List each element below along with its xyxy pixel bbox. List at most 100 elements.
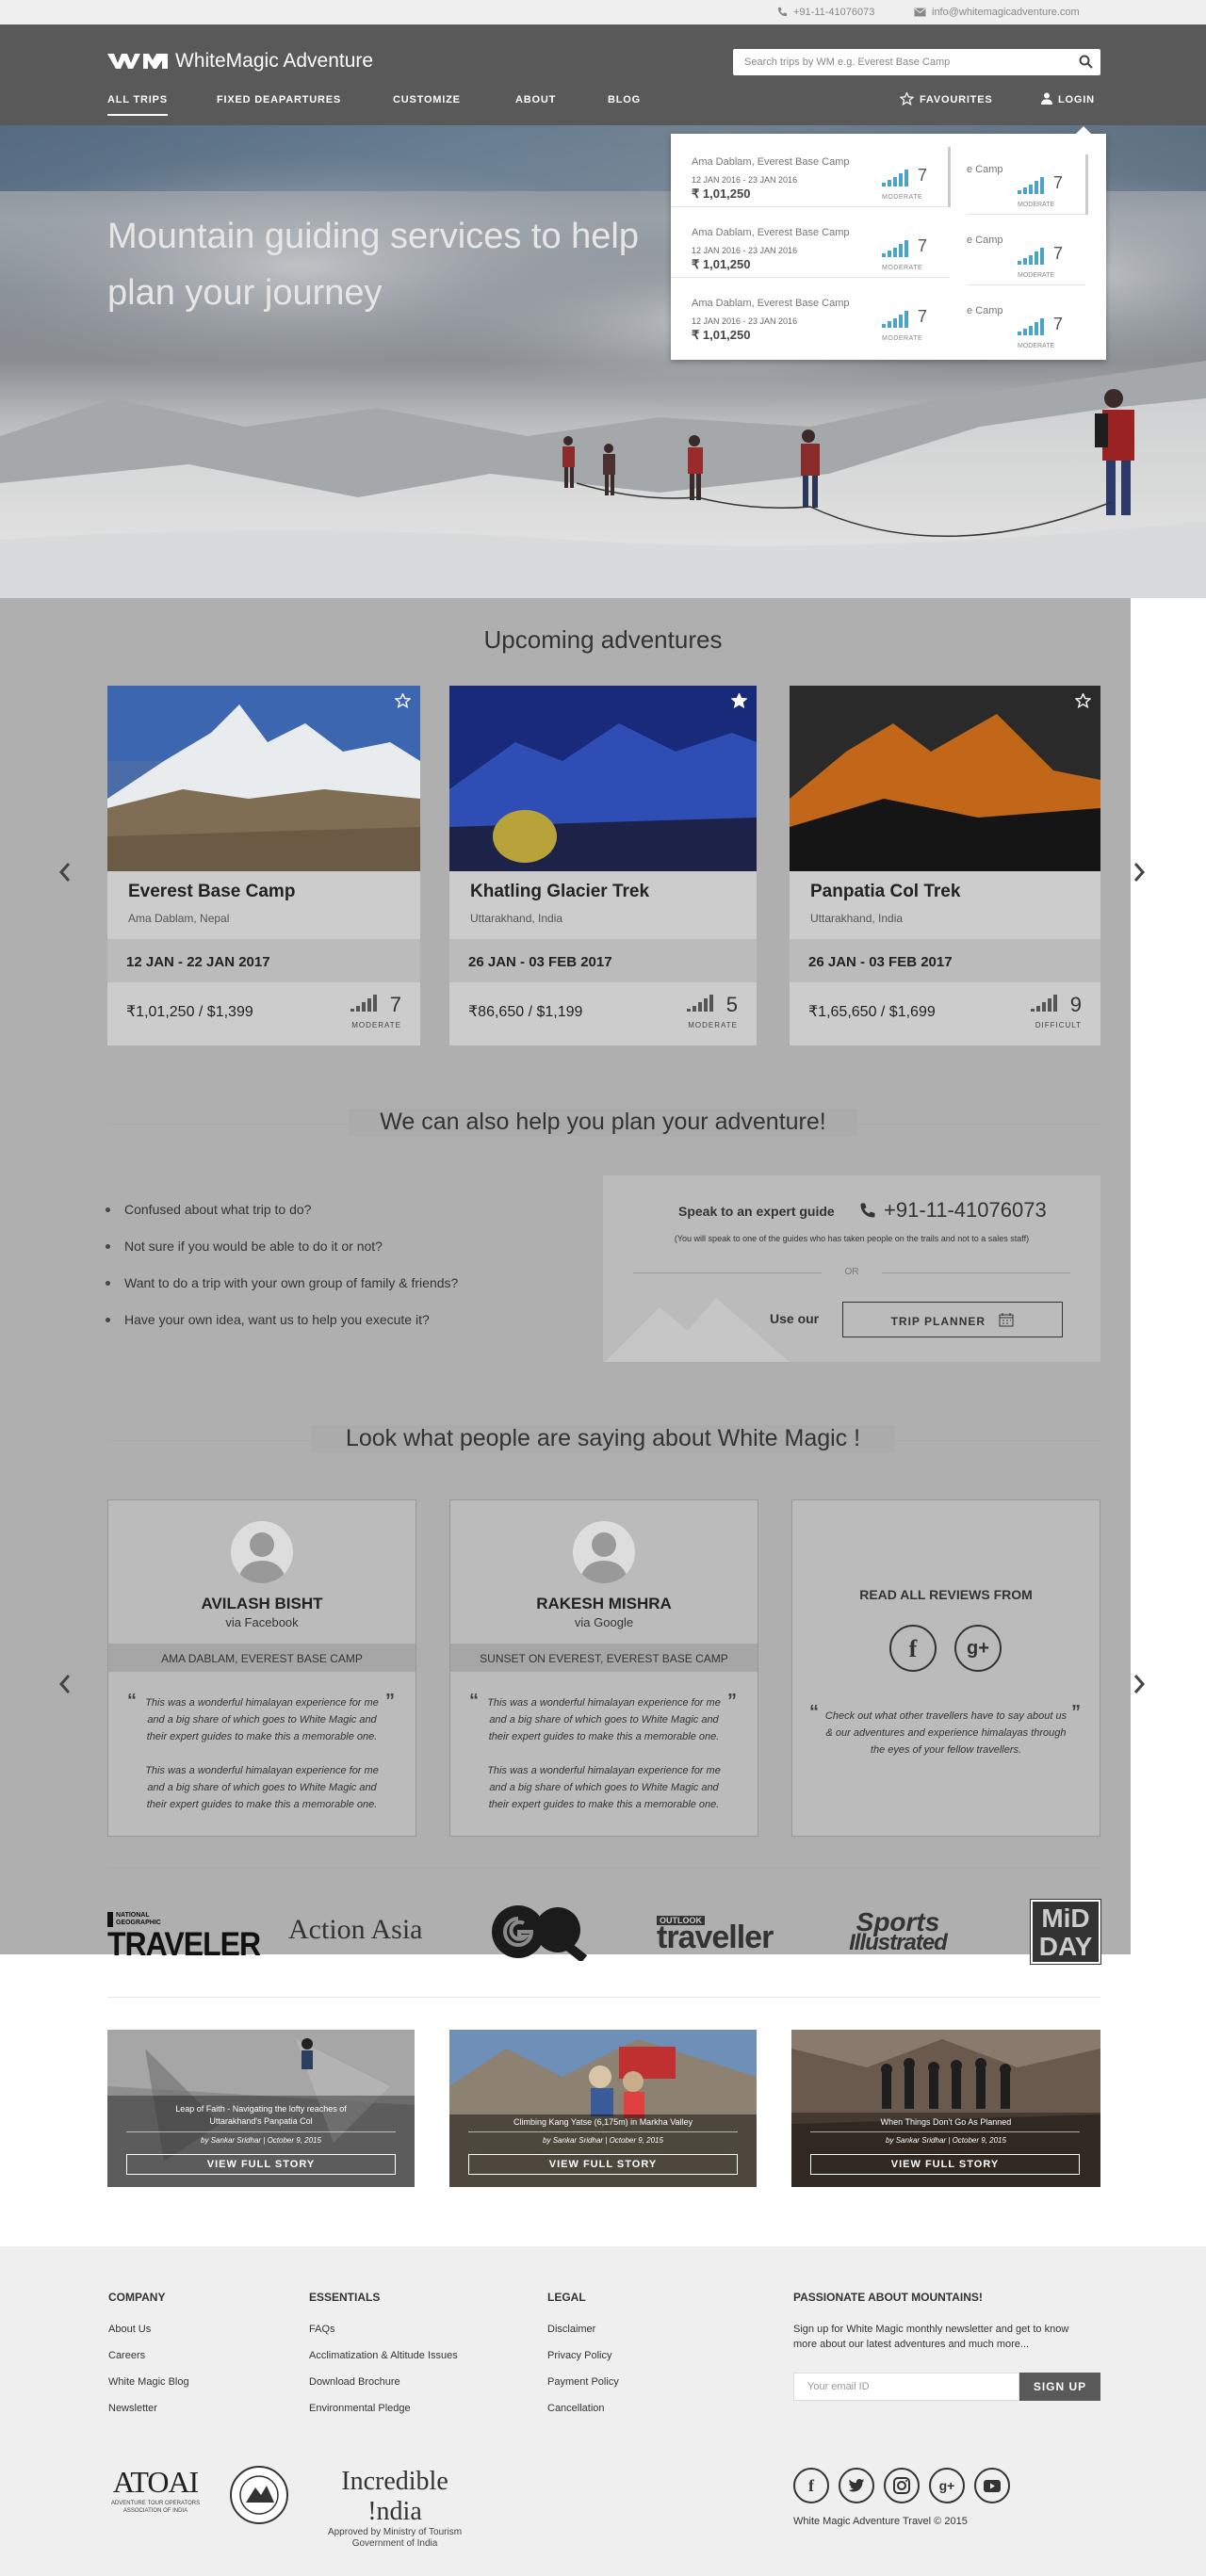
expert-phone[interactable]: +91-11-41076073	[884, 1198, 1047, 1223]
mountaineering-federation-logo-icon	[230, 2466, 288, 2524]
favourite-star-icon[interactable]	[731, 693, 747, 708]
story-card[interactable]: When Things Don't Go As Planned by Sanka…	[791, 2030, 1100, 2187]
twitter-icon[interactable]	[839, 2468, 874, 2503]
carousel-next-icon[interactable]	[1133, 862, 1146, 883]
trip-name[interactable]: Khatling Glacier Trek	[470, 882, 649, 902]
google-plus-icon[interactable]: g+	[929, 2468, 965, 2503]
google-plus-icon[interactable]: g+	[954, 1625, 1002, 1672]
footer-essentials-title: ESSENTIALS	[309, 2291, 381, 2304]
carousel-prev-icon[interactable]	[58, 862, 72, 883]
favourite-item[interactable]: Ama Dablam, Everest Base Camp 12 JAN 201…	[671, 141, 950, 207]
nav-about[interactable]: ABOUT	[515, 94, 556, 105]
footer-link[interactable]: Payment Policy	[547, 2376, 619, 2388]
reviews-prev-icon[interactable]	[58, 1674, 72, 1694]
plan-bullet: Confused about what trip to do?	[105, 1202, 312, 1217]
favourite-level: MODERATE	[882, 335, 923, 342]
or-divider-right	[882, 1272, 1070, 1273]
incredible-label: Incredible !ndia	[341, 2467, 448, 2526]
nav-favourites[interactable]: FAVOURITES	[899, 91, 992, 106]
site-header: WhiteMagic Adventure Search trips by WM …	[0, 24, 1206, 125]
topbar-phone[interactable]: +91-11-41076073	[777, 7, 874, 18]
trip-planner-button[interactable]: TRIP PLANNER	[842, 1302, 1063, 1337]
story-divider	[468, 2131, 738, 2132]
nav-login[interactable]: LOGIN	[1041, 92, 1095, 105]
press-logo-outlook-traveller[interactable]: OUTLOOK traveller	[657, 1916, 774, 1956]
footer-link[interactable]: Download Brochure	[309, 2376, 400, 2388]
footer-link[interactable]: White Magic Blog	[108, 2376, 189, 2388]
trip-name[interactable]: Panpatia Col Trek	[810, 882, 960, 902]
avatar	[231, 1521, 293, 1583]
mountain-watermark-icon	[605, 1298, 790, 1362]
instagram-icon[interactable]	[884, 2468, 920, 2503]
trip-card[interactable]: Everest Base Camp Ama Dablam, Nepal 12 J…	[107, 686, 420, 1045]
review-quote: This was a wonderful himalayan experienc…	[487, 1765, 721, 1810]
view-full-story-button[interactable]: VIEW FULL STORY	[126, 2154, 396, 2175]
grade-bars-icon	[1031, 995, 1057, 1012]
newsletter-text: Sign up for White Magic monthly newslett…	[793, 2324, 1069, 2350]
grade-bars-icon	[1018, 318, 1044, 335]
press-logo-midday[interactable]: MiD DAY	[1030, 1899, 1101, 1965]
outlook-label: OUTLOOK	[657, 1916, 705, 1925]
newsletter-email-input[interactable]: Your email ID	[793, 2373, 1019, 2401]
story-title-line: When Things Don't Go As Planned	[880, 2117, 1012, 2127]
search-input[interactable]: Search trips by WM e.g. Everest Base Cam…	[733, 49, 1100, 75]
facebook-icon[interactable]: f	[889, 1625, 937, 1672]
grade-bars-icon	[882, 240, 908, 257]
story-card[interactable]: Climbing Kang Yatse (6,175m) in Markha V…	[449, 2030, 757, 2187]
speak-label: Speak to an expert guide	[678, 1204, 835, 1219]
youtube-icon[interactable]	[974, 2468, 1010, 2503]
hero-headline-line-2: plan your journey	[107, 273, 383, 313]
favourite-item[interactable]: Ama Dablam, Everest Base Camp 12 JAN 201…	[671, 212, 950, 278]
logo[interactable]: WhiteMagic Adventure	[107, 50, 373, 73]
reviews-next-icon[interactable]	[1133, 1674, 1146, 1694]
quote-close-icon: ”	[727, 1691, 737, 1711]
story-title-line: Climbing Kang Yatse (6,175m) in Markha V…	[513, 2117, 693, 2127]
view-full-story-button[interactable]: VIEW FULL STORY	[810, 2154, 1080, 2175]
topbar-email[interactable]: info@whitemagicadventure.com	[914, 7, 1080, 18]
review-source: via Google	[574, 1615, 634, 1629]
footer-link[interactable]: Newsletter	[108, 2403, 157, 2414]
trip-dates: 12 JAN - 22 JAN 2017	[107, 939, 420, 982]
footer-link[interactable]: About Us	[108, 2324, 151, 2335]
press-logo-action-asia[interactable]: Action Asia	[288, 1914, 423, 1946]
favourites-scrollbar[interactable]	[948, 147, 951, 207]
favourite-price: ₹ 1,01,250	[692, 257, 751, 271]
trip-location: Uttarakhand, India	[810, 912, 904, 925]
footer-link[interactable]: Privacy Policy	[547, 2350, 611, 2361]
press-logo-sports-illustrated[interactable]: Sports Illustrated	[827, 1909, 969, 1954]
top-bar: +91-11-41076073 info@whitemagicadventure…	[0, 0, 1206, 24]
trip-card[interactable]: Panpatia Col Trek Uttarakhand, India 26 …	[790, 686, 1100, 1045]
press-logo-gq[interactable]: GQ	[490, 1903, 590, 1963]
reviewer-name: RAKESH MISHRA	[536, 1595, 672, 1612]
story-card[interactable]: Leap of Faith - Navigating the lofty rea…	[107, 2030, 415, 2187]
favourite-item-partial[interactable]: e Camp 7 MODERATE	[967, 149, 1085, 215]
press-logo-traveler[interactable]: NATIONAL GEOGRAPHIC TRAVELER	[107, 1912, 261, 1963]
facebook-icon[interactable]: f	[793, 2468, 829, 2503]
footer-link[interactable]: Careers	[108, 2350, 145, 2361]
favourite-item-partial[interactable]: e Camp 7 MODERATE	[967, 290, 1085, 356]
favourite-item[interactable]: Ama Dablam, Everest Base Camp 12 JAN 201…	[671, 283, 950, 348]
nav-customize[interactable]: CUSTOMIZE	[393, 94, 461, 105]
footer-link[interactable]: Cancellation	[547, 2403, 605, 2414]
use-our-label: Use our	[770, 1311, 820, 1326]
favourite-star-icon[interactable]	[1075, 693, 1091, 708]
footer-link[interactable]: Acclimatization & Altitude Issues	[309, 2350, 458, 2361]
footer-link[interactable]: Environmental Pledge	[309, 2403, 411, 2414]
footer-link[interactable]: FAQs	[309, 2324, 335, 2335]
trip-price: ₹1,01,250 / $1,399	[126, 1004, 253, 1020]
mail-icon	[914, 8, 926, 17]
site-footer: COMPANY About Us Careers White Magic Blo…	[0, 2246, 1206, 2576]
nav-all-trips[interactable]: ALL TRIPS	[107, 94, 168, 116]
view-full-story-button[interactable]: VIEW FULL STORY	[468, 2154, 738, 2175]
footer-link[interactable]: Disclaimer	[547, 2324, 595, 2335]
nav-blog[interactable]: BLOG	[608, 94, 641, 105]
trip-name[interactable]: Everest Base Camp	[128, 882, 295, 902]
trip-grade-number: 7	[389, 993, 401, 1016]
favourite-item-partial[interactable]: e Camp 7 MODERATE	[967, 219, 1085, 285]
search-icon[interactable]	[1079, 55, 1093, 69]
favourites-scrollbar-right[interactable]	[1085, 154, 1088, 215]
trip-card[interactable]: Khatling Glacier Trek Uttarakhand, India…	[449, 686, 757, 1045]
sign-up-button[interactable]: SIGN UP	[1019, 2373, 1100, 2401]
nav-fixed-departures[interactable]: FIXED DEAPARTURES	[217, 94, 341, 105]
favourite-star-icon[interactable]	[395, 693, 411, 708]
